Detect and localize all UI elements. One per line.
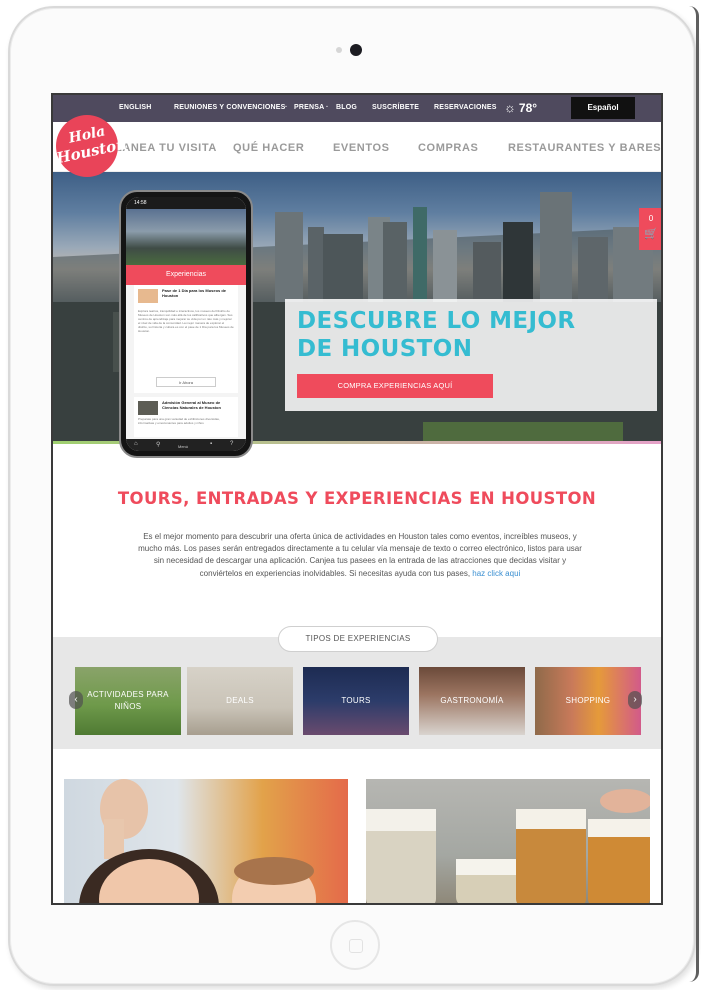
cart-count: 0 (648, 214, 654, 223)
carousel-next-button[interactable]: › (628, 691, 642, 709)
phone-time: 14:58 (134, 200, 147, 206)
ticket-icon[interactable]: ▪ (210, 441, 212, 447)
tablet-edge (689, 6, 699, 982)
tile-label: ACTIVIDADES PARA NIÑOS (87, 690, 169, 711)
camera-icon (350, 44, 362, 56)
phone-heading: Experiencias (165, 271, 207, 278)
section-description: Es el mejor momento para descubrir una o… (138, 531, 582, 580)
home-button[interactable] (330, 920, 380, 970)
tile-actividades-ninos[interactable]: ACTIVIDADES PARA NIÑOS (75, 667, 181, 735)
tile-gastronomia[interactable]: GASTRONOMÍA (419, 667, 525, 735)
home-square-icon (349, 939, 363, 953)
tile-label: DEALS (226, 696, 254, 705)
english-link[interactable]: ENGLISH (119, 104, 152, 111)
phone-card-description: Explora teatros, tranquilidad e interact… (138, 309, 234, 333)
section-title: TOURS, ENTRADAS Y EXPERIENCIAS EN HOUSTO… (117, 489, 597, 508)
nav-item-plan-visit[interactable]: LANEA TU VISITA (115, 142, 217, 154)
tile-label: SHOPPING (565, 696, 611, 705)
blog-link[interactable]: BLOG (336, 104, 357, 111)
phone-card-thumbnail (138, 401, 158, 415)
cart-icon: 🛒 (644, 228, 658, 240)
browser-screen: ENGLISH REUNIONES Y CONVENCIONES · PRENS… (51, 93, 663, 905)
phone-menu-label[interactable]: Menú (178, 444, 188, 449)
cart-tab[interactable]: 0 🛒 (639, 208, 661, 250)
phone-card[interactable]: Pase de 1 Día para los Museos de Houston… (134, 285, 238, 393)
phone-stadium-image (126, 209, 246, 265)
location-icon[interactable]: ⚲ (156, 441, 160, 448)
reservaciones-link[interactable]: RESERVACIONES (434, 104, 497, 111)
hero-title: DESCUBRE LO MEJOR DE HOUSTON (297, 308, 576, 362)
tile-shopping[interactable]: SHOPPING (535, 667, 641, 735)
phone-card-title: Pase de 1 Día para los Museos de Houston (162, 288, 227, 298)
beer-photo-card[interactable] (366, 779, 650, 903)
phone-bottom-nav: ⌂ ⚲ Menú ▪ ? (126, 439, 246, 451)
phone-card-title: Admisión General al Museo de Ciencias Na… (162, 400, 221, 410)
help-link[interactable]: haz click aqui (472, 569, 520, 578)
separator: · (285, 104, 288, 111)
sensor-dot (336, 47, 342, 53)
beer-photo (366, 789, 650, 903)
nav-item-que-hacer[interactable]: QUÉ HACER (233, 142, 304, 154)
phone-status-bar: 14:58 (126, 197, 246, 209)
prensa-link[interactable]: PRENSA (294, 104, 324, 111)
phone-card-thumbnail (138, 289, 158, 303)
home-icon[interactable]: ⌂ (134, 441, 138, 447)
nav-item-restaurantes[interactable]: RESTAURANTES Y BARES (508, 142, 661, 154)
phone-card[interactable]: Admisión General al Museo de Ciencias Na… (134, 397, 238, 437)
temperature: 78° (518, 101, 538, 115)
nav-item-compras[interactable]: COMPRAS (418, 142, 478, 154)
reuniones-link[interactable]: REUNIONES Y CONVENCIONES (174, 104, 286, 111)
hola-houston-logo[interactable]: Hola Houston (55, 115, 128, 177)
buy-experiences-button[interactable]: COMPRA EXPERIENCIAS AQUÍ (297, 374, 493, 398)
language-button[interactable]: Español (571, 97, 635, 119)
nav-item-eventos[interactable]: EVENTOS (333, 142, 390, 154)
phone-card-description: Preparate para una gran variedad de exhi… (138, 417, 220, 425)
phone-card-button[interactable]: Ir Ahora (156, 377, 216, 387)
separator: · (326, 104, 329, 111)
tile-tours[interactable]: TOURS (303, 667, 409, 735)
weather-widget: ☼ 78° (504, 100, 537, 115)
suscribete-link[interactable]: SUSCRÍBETE (372, 104, 419, 111)
carousel-prev-button[interactable]: ‹ (69, 691, 83, 709)
partly-cloudy-icon: ☼ (504, 100, 516, 115)
experience-types-label: TIPOS DE EXPERIENCIAS (278, 626, 438, 652)
tile-label: TOURS (341, 696, 371, 705)
main-nav: LANEA TU VISITA QUÉ HACER EVENTOS COMPRA… (53, 122, 661, 172)
help-icon[interactable]: ? (230, 441, 233, 447)
tile-deals[interactable]: DEALS (187, 667, 293, 735)
phone-mockup: 14:58 Experiencias Pase de 1 Día para lo… (119, 190, 253, 458)
phone-screen: 14:58 Experiencias Pase de 1 Día para lo… (126, 197, 246, 451)
tile-label: GASTRONOMÍA (440, 696, 504, 705)
family-photo (79, 779, 316, 903)
family-photo-card[interactable] (64, 779, 348, 903)
hero-cta-box: DESCUBRE LO MEJOR DE HOUSTON COMPRA EXPE… (285, 299, 657, 411)
top-utility-bar: ENGLISH REUNIONES Y CONVENCIONES · PRENS… (53, 95, 661, 122)
